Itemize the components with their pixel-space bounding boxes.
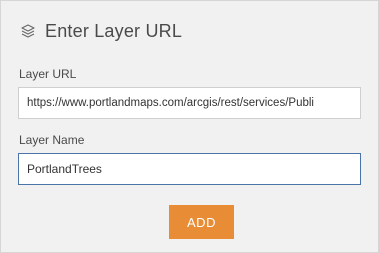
layer-name-label: Layer Name [19, 133, 85, 147]
panel-title: Enter Layer URL [45, 20, 183, 41]
panel-header: Enter Layer URL [19, 19, 182, 43]
layers-icon [19, 22, 37, 40]
layer-name-input[interactable] [18, 153, 361, 185]
add-button[interactable]: ADD [169, 205, 234, 239]
add-layer-panel: Enter Layer URL Layer URL Layer Name ADD [0, 0, 379, 253]
layer-url-label: Layer URL [19, 67, 77, 81]
layer-url-input[interactable] [18, 87, 361, 119]
